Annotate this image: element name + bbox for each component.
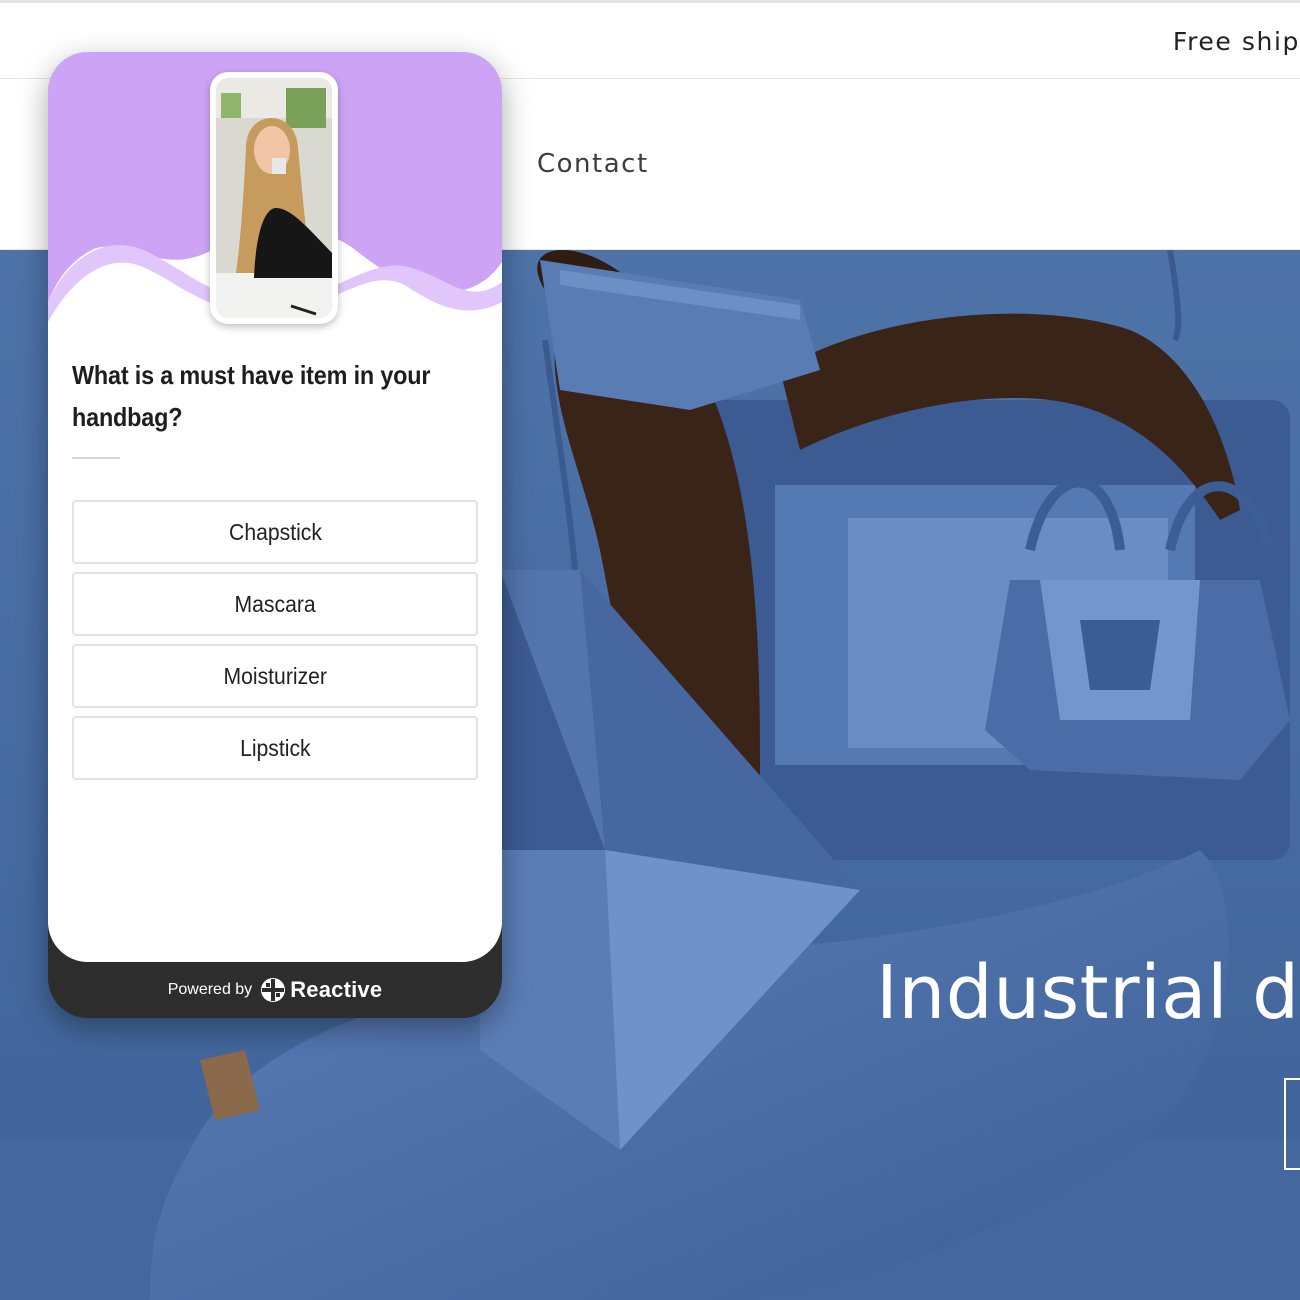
hero-title: Industrial de [876, 950, 1300, 1036]
option-chapstick-button[interactable]: Chapstick [72, 500, 478, 564]
hero-cta-button[interactable] [1284, 1078, 1300, 1170]
option-lipstick-button[interactable]: Lipstick [72, 716, 478, 780]
powered-by-label: Powered by [167, 981, 253, 998]
option-label: Mascara [234, 590, 316, 617]
survey-question: What is a must have item in your handbag… [72, 360, 431, 432]
video-thumbnail-image [216, 78, 332, 318]
reactive-brand-name: Reactive [290, 977, 383, 1002]
video-thumbnail[interactable] [210, 72, 338, 324]
powered-by-footer[interactable]: Powered by Reactive [48, 962, 502, 1018]
option-label: Chapstick [228, 518, 322, 545]
widget-header [48, 52, 502, 352]
reactive-logo-icon [261, 978, 286, 1002]
option-label: Moisturizer [223, 662, 327, 689]
survey-card: What is a must have item in your handbag… [48, 52, 502, 962]
option-moisturizer-button[interactable]: Moisturizer [72, 644, 478, 708]
option-mascara-button[interactable]: Mascara [72, 572, 478, 636]
announcement-text: Free ship [1172, 27, 1300, 56]
question-divider [72, 457, 120, 459]
nav-link-contact[interactable]: Contact [537, 149, 649, 179]
survey-widget: What is a must have item in your handbag… [48, 52, 502, 1018]
option-label: Lipstick [239, 734, 311, 761]
